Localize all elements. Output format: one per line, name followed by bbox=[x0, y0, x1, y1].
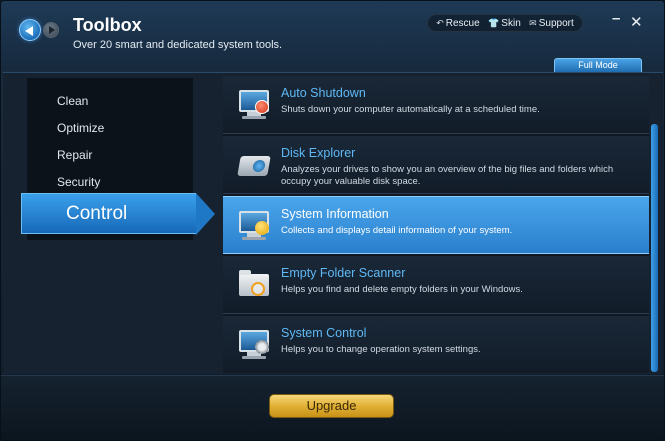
rescue-link[interactable]: ↶ Rescue bbox=[436, 18, 479, 29]
full-mode-tab[interactable]: Full Mode bbox=[554, 58, 642, 72]
main-body: Clean Optimize Repair Security Control A… bbox=[3, 72, 663, 374]
sidebar-item-repair[interactable]: Repair bbox=[57, 148, 92, 162]
mail-icon: ✉ bbox=[529, 17, 537, 28]
tool-desc: Helps you find and delete empty folders … bbox=[281, 284, 523, 295]
tool-system-information[interactable]: System Information Collects and displays… bbox=[223, 196, 649, 254]
footer: Upgrade bbox=[1, 375, 664, 440]
tool-title: Disk Explorer bbox=[281, 146, 356, 160]
support-label: Support bbox=[538, 17, 574, 29]
sidebar-item-optimize[interactable]: Optimize bbox=[57, 121, 104, 135]
header: Toolbox Over 20 smart and dedicated syst… bbox=[1, 1, 664, 72]
tool-list: Auto Shutdown Shuts down your computer a… bbox=[223, 76, 649, 373]
tool-desc: Analyzes your drives to show you an over… bbox=[281, 164, 614, 187]
page-title: Toolbox bbox=[73, 15, 142, 35]
tool-title: Auto Shutdown bbox=[281, 86, 366, 100]
tool-title: System Information bbox=[281, 207, 389, 221]
close-icon[interactable]: ✕ bbox=[630, 13, 643, 31]
forward-arrow-icon[interactable] bbox=[43, 22, 59, 38]
tool-desc: Helps you to change operation system set… bbox=[281, 344, 481, 355]
hard-disk-icon bbox=[237, 150, 271, 180]
scrollbar[interactable] bbox=[651, 124, 658, 372]
sidebar-item-security[interactable]: Security bbox=[57, 175, 100, 189]
page-subtitle: Over 20 smart and dedicated system tools… bbox=[73, 39, 283, 51]
skin-link[interactable]: 👕 Skin bbox=[488, 18, 521, 29]
back-arrow-icon[interactable] bbox=[19, 19, 41, 41]
tool-empty-folder-scanner[interactable]: Empty Folder Scanner Helps you find and … bbox=[223, 256, 649, 314]
folder-search-icon bbox=[237, 270, 271, 300]
toolbox-window: Toolbox Over 20 smart and dedicated syst… bbox=[0, 0, 665, 441]
back-arrow-icon: ↶ bbox=[436, 17, 444, 28]
minimize-icon[interactable]: – bbox=[612, 10, 620, 27]
rescue-label: Rescue bbox=[445, 17, 480, 29]
monitor-gear-icon bbox=[237, 330, 271, 360]
tool-title: Empty Folder Scanner bbox=[281, 266, 406, 280]
shirt-icon: 👕 bbox=[488, 17, 500, 28]
tool-system-control[interactable]: System Control Helps you to change opera… bbox=[223, 316, 649, 373]
monitor-info-icon bbox=[237, 211, 271, 241]
tool-title: System Control bbox=[281, 326, 367, 340]
tool-desc: Collects and displays detail information… bbox=[281, 225, 513, 236]
support-link[interactable]: ✉ Support bbox=[529, 18, 574, 29]
skin-label: Skin bbox=[501, 17, 521, 29]
tool-disk-explorer[interactable]: Disk Explorer Analyzes your drives to sh… bbox=[223, 136, 649, 194]
monitor-power-icon bbox=[237, 90, 271, 120]
upgrade-button[interactable]: Upgrade bbox=[269, 394, 394, 418]
sidebar-item-clean[interactable]: Clean bbox=[57, 94, 88, 108]
tool-desc: Shuts down your computer automatically a… bbox=[281, 104, 540, 115]
sidebar-item-control[interactable]: Control bbox=[21, 193, 215, 235]
top-links-bar: ↶ Rescue 👕 Skin ✉ Support bbox=[427, 14, 583, 32]
tool-auto-shutdown[interactable]: Auto Shutdown Shuts down your computer a… bbox=[223, 76, 649, 134]
